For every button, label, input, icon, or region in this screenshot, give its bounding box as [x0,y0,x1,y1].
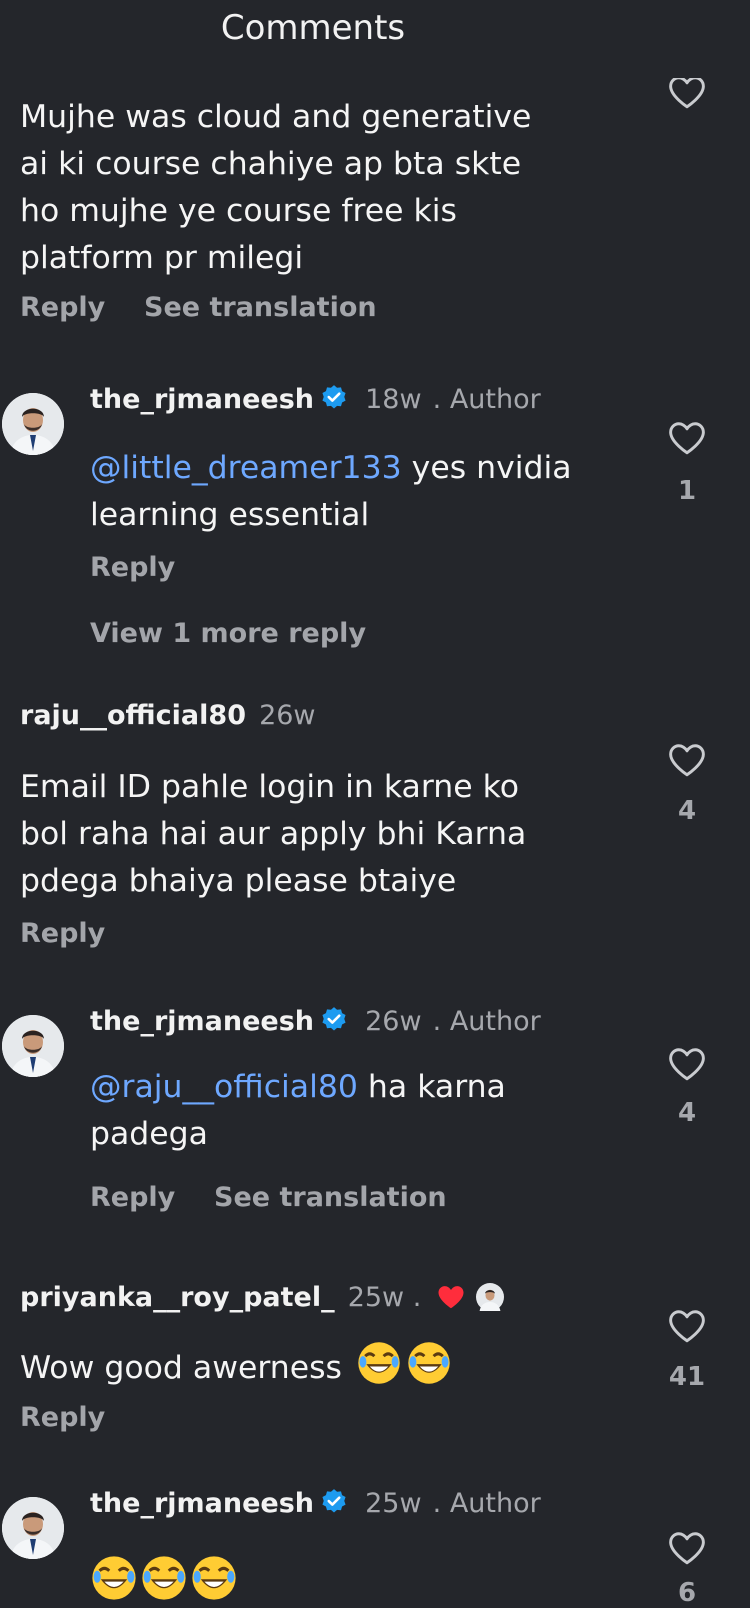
comment-text: Mujhe was cloud and generative ai ki cou… [20,94,531,282]
like-count: 1 [677,476,697,506]
reply-button[interactable]: Reply [20,1402,105,1433]
comment-text [90,1554,238,1600]
timestamp: 25w . [347,1282,422,1313]
comments-header: Comments [0,0,750,78]
heart-icon[interactable] [667,742,707,778]
verified-badge-icon [322,385,346,409]
reply-button[interactable]: Reply [90,552,175,583]
timestamp: 18w [365,384,422,415]
comment-text: @little_dreamer133 yes nvidia learning e… [90,445,572,539]
comment-text-line: learning essential [90,497,370,533]
laughing-emoji-icon [358,1342,400,1384]
view-more-replies-button[interactable]: View 1 more reply [90,618,366,649]
heart-icon[interactable] [667,1308,707,1344]
comment-text-part: ha karna [357,1069,506,1105]
reply-button[interactable]: Reply [90,1182,175,1213]
like-count: 4 [677,796,697,826]
heart-icon[interactable] [667,420,707,456]
comment-text-part: Wow good awerness [20,1350,342,1386]
comment-text-line: ho mujhe ye course free kis [20,193,457,229]
comment-text-line: bol raha hai aur apply bhi Karna [20,816,527,852]
comment-header: the_rjmaneesh 26w . Author [90,1006,541,1037]
timestamp: 25w [365,1488,422,1519]
comment-header: priyanka__roy_patel_ 25w . [20,1282,504,1313]
mention-link[interactable]: @little_dreamer133 [90,450,402,486]
timestamp: 26w [365,1006,422,1037]
verified-badge-icon [322,1489,346,1513]
heart-icon[interactable] [667,74,707,110]
avatar[interactable] [2,393,64,455]
author-tag: . Author [432,1006,541,1037]
like-count: 4 [677,1098,697,1128]
username[interactable]: the_rjmaneesh [90,1488,314,1519]
author-liked-avatar [475,1283,504,1311]
comment-text-part: yes nvidia [401,450,572,486]
avatar[interactable] [2,1497,64,1559]
laughing-emoji-icon [142,1556,186,1600]
verified-badge-icon [322,1007,346,1031]
comment-text-line: Mujhe was cloud and generative [20,99,532,135]
comment-text-line: platform pr milegi [20,240,304,276]
like-count: 6 [677,1578,697,1608]
username[interactable]: priyanka__roy_patel_ [20,1282,335,1313]
comment-text: Email ID pahle login in karne ko bol rah… [20,764,526,905]
author-tag: . Author [432,1488,541,1519]
comment-text: Wow good awerness [20,1340,452,1392]
avatar[interactable] [2,1015,64,1077]
avatar-image [2,1015,64,1077]
heart-icon[interactable] [667,1046,707,1082]
author-tag: . Author [432,384,541,415]
laughing-emoji-icon [408,1342,450,1384]
see-translation-button[interactable]: See translation [214,1182,447,1213]
comment-header: raju__official80 26w [20,700,316,731]
username[interactable]: raju__official80 [20,700,246,731]
avatar-image [2,1497,64,1559]
comment-text-line: Email ID pahle login in karne ko [20,769,519,805]
page-title: Comments [220,8,406,48]
see-translation-button[interactable]: See translation [144,292,377,323]
comment-header: the_rjmaneesh 18w . Author [90,384,541,415]
reply-button[interactable]: Reply [20,292,105,323]
comment-text-line: pdega bhaiya please btaiye [20,863,457,899]
laughing-emoji-icon [92,1556,136,1600]
timestamp: 26w [259,700,316,731]
heart-icon[interactable] [667,1530,707,1566]
username[interactable]: the_rjmaneesh [90,1006,314,1037]
reply-button[interactable]: Reply [20,918,105,949]
username[interactable]: the_rjmaneesh [90,384,314,415]
comment-text-line: ai ki course chahiye ap bta skte [20,146,522,182]
mention-link[interactable]: @raju__official80 [90,1069,358,1105]
comment-text: @raju__official80 ha karna padega [90,1064,506,1158]
laughing-emoji-icon [192,1556,236,1600]
comment-header: the_rjmaneesh 25w . Author [90,1488,541,1519]
comment-text-line: padega [90,1116,208,1152]
red-heart-icon [438,1286,464,1309]
avatar-image [2,393,64,455]
like-count: 41 [668,1362,706,1392]
